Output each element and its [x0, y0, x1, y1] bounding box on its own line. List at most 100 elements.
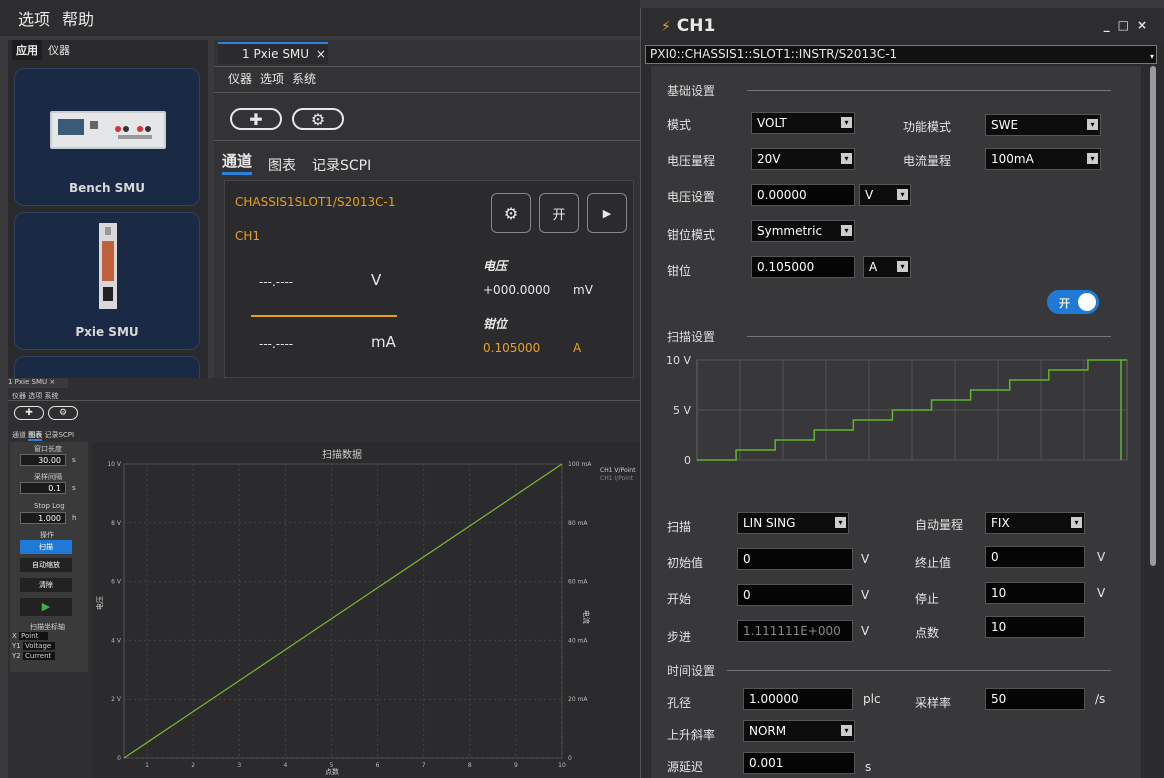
voltage-range-select[interactable]: 20V ▾ — [751, 148, 855, 170]
voltage-unit-select[interactable]: V ▾ — [859, 184, 911, 206]
toggle-knob — [1078, 293, 1096, 311]
app-card-bench-smu[interactable]: Bench SMU — [14, 68, 200, 206]
output-on-button[interactable]: 开 — [539, 193, 579, 233]
clamp-field[interactable]: 0.105000 — [751, 256, 855, 278]
aperture-label: 孔径 — [667, 696, 692, 710]
clear-button[interactable]: 清除 — [20, 578, 72, 592]
sweep-select[interactable]: LIN SING ▾ — [737, 512, 849, 534]
x-tick-label: 6 — [376, 762, 380, 769]
document-tab[interactable]: 1 Pxie SMU × — [218, 42, 328, 64]
settings-button[interactable]: ⚙ — [292, 108, 344, 130]
channel-name: CH1 — [235, 229, 261, 243]
clamp-mode-label: 钳位模式 — [667, 228, 716, 242]
ch1-settings-window: ⚡ CH1 _□× PXI0::CHASSIS1::SLOT1::INSTR/S… — [640, 8, 1164, 778]
sample-interval-field[interactable]: 0.1 — [20, 482, 66, 494]
tab-scpi-log[interactable]: 记录SCPI — [312, 155, 371, 175]
divider — [214, 140, 640, 141]
ch1-title-bar: ⚡ CH1 _□× — [641, 8, 1164, 42]
axis-x-select[interactable]: Point — [19, 632, 49, 640]
tab-chart[interactable]: 图表 — [268, 155, 296, 175]
start-label: 开始 — [667, 592, 692, 606]
chevron-down-icon: ▾ — [841, 153, 852, 164]
mini-menu-instrument[interactable]: 仪器 — [12, 392, 26, 400]
output-toggle-label: 开 — [1059, 297, 1070, 310]
menu-options[interactable]: 选项 — [18, 6, 50, 30]
stop-field[interactable]: 10 — [985, 582, 1085, 604]
y2-tick-label: 100 mA — [568, 461, 592, 468]
mini-menu-options[interactable]: 选项 — [28, 392, 42, 400]
source-delay-field[interactable]: 0.001 — [743, 752, 855, 774]
clamp-mode-select[interactable]: Symmetric ▾ — [751, 220, 855, 242]
operations-label: 操作 — [40, 531, 54, 539]
app-card-pxie-smu[interactable]: Pxie SMU — [14, 212, 200, 350]
autorange-label: 自动量程 — [915, 518, 964, 532]
y1-tick-label: 6 V — [111, 579, 122, 586]
initial-value-field[interactable]: 0 — [737, 548, 853, 570]
tab-apps[interactable]: 应用 — [12, 40, 42, 60]
add-button[interactable]: ✚ — [230, 108, 282, 130]
divider — [214, 66, 640, 67]
menu-instrument[interactable]: 仪器 — [228, 70, 252, 87]
app-card-label: Pxie SMU — [75, 325, 139, 339]
run-button[interactable]: ▶ — [20, 598, 72, 616]
y2-tick-label: 80 mA — [568, 520, 588, 527]
source-delay-unit: s — [865, 760, 872, 774]
y1-tick-label: 4 V — [111, 637, 122, 644]
window-length-field[interactable]: 30.00 — [20, 454, 66, 466]
current-range-select[interactable]: 100mA ▾ — [985, 148, 1101, 170]
voltage-reading: ---.---- — [259, 275, 294, 289]
mini-tab-chart[interactable]: 图表 — [28, 431, 43, 441]
close-button[interactable]: × — [1137, 18, 1155, 32]
menu-system[interactable]: 系统 — [292, 70, 316, 87]
pxie-module-icon — [99, 223, 117, 309]
menu-options-sub[interactable]: 选项 — [260, 70, 284, 87]
section-divider — [747, 90, 1111, 91]
chevron-down-icon: ▾ — [1071, 517, 1082, 528]
minimize-button[interactable]: _ — [1104, 18, 1118, 32]
menu-help[interactable]: 帮助 — [62, 6, 94, 30]
run-button[interactable]: ▶ — [587, 193, 627, 233]
mini-settings-button[interactable]: ⚙ — [48, 406, 78, 420]
tab-instruments[interactable]: 仪器 — [48, 42, 70, 58]
axis-y1-select[interactable]: Voltage — [22, 642, 56, 650]
voltage-set-field[interactable]: 0.00000 — [751, 184, 855, 206]
mini-doc-tab[interactable]: 1 Pxie SMU × — [8, 378, 68, 388]
close-tab-icon[interactable]: × — [316, 47, 326, 61]
voltage-set-label: 电压设置 — [667, 190, 716, 204]
sample-interval-unit: s — [72, 484, 76, 492]
mini-tab-channel[interactable]: 通道 — [12, 431, 26, 439]
sweep-label: 扫描 — [667, 520, 692, 534]
scrollbar[interactable] — [1150, 66, 1156, 566]
channel-tabs: 通道 图表 记录SCPI — [222, 150, 371, 175]
final-value-field[interactable]: 0 — [985, 546, 1085, 568]
aperture-field[interactable]: 1.00000 — [743, 688, 853, 710]
sample-rate-field[interactable]: 50 — [985, 688, 1085, 710]
mini-add-button[interactable]: ✚ — [14, 406, 44, 420]
resource-address: PXI0::CHASSIS1::SLOT1::INSTR/S2013C-1 — [650, 47, 898, 61]
window-title: CH1 — [676, 16, 716, 36]
clamp-unit-select[interactable]: A ▾ — [863, 256, 911, 278]
channel-settings-button[interactable]: ⚙ — [491, 193, 531, 233]
chevron-down-icon: ▾ — [897, 261, 908, 272]
y2-tick-label: 60 mA — [568, 579, 588, 586]
function-mode-select[interactable]: SWE ▾ — [985, 114, 1101, 136]
mini-tab-scpi[interactable]: 记录SCPI — [44, 431, 74, 439]
resource-address-select[interactable]: PXI0::CHASSIS1::SLOT1::INSTR/S2013C-1 ▾ — [645, 45, 1157, 64]
maximize-button[interactable]: □ — [1118, 18, 1137, 32]
points-field[interactable]: 10 — [985, 616, 1085, 638]
mini-menu-system[interactable]: 系统 — [44, 392, 58, 400]
bench-smu-icon — [50, 111, 166, 149]
autoscale-button[interactable]: 自动缩放 — [20, 558, 72, 572]
function-mode-label: 功能模式 — [903, 120, 952, 134]
autorange-select[interactable]: FIX ▾ — [985, 512, 1085, 534]
axis-y2-select[interactable]: Current — [22, 652, 56, 660]
initial-value-unit: V — [861, 552, 870, 566]
slew-select[interactable]: NORM ▾ — [743, 720, 855, 742]
stop-log-field[interactable]: 1.000 — [20, 512, 66, 524]
sweep-button[interactable]: 扫描 — [20, 540, 72, 554]
start-field[interactable]: 0 — [737, 584, 853, 606]
tab-channel[interactable]: 通道 — [222, 150, 253, 175]
output-toggle[interactable]: 开 — [1047, 290, 1099, 314]
app-card-more[interactable] — [14, 356, 200, 380]
mode-select[interactable]: VOLT ▾ — [751, 112, 855, 134]
